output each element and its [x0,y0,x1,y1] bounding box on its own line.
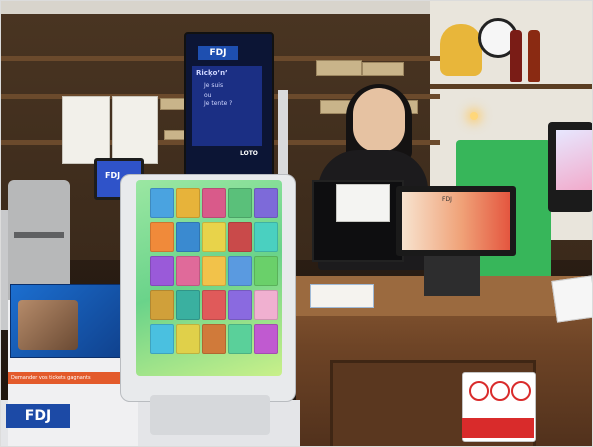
shop-counter-photo: FDJ FDJ FDJ Ricķo’n’ Je suis ou Je tente… [0,0,593,447]
photo-border [0,0,593,447]
